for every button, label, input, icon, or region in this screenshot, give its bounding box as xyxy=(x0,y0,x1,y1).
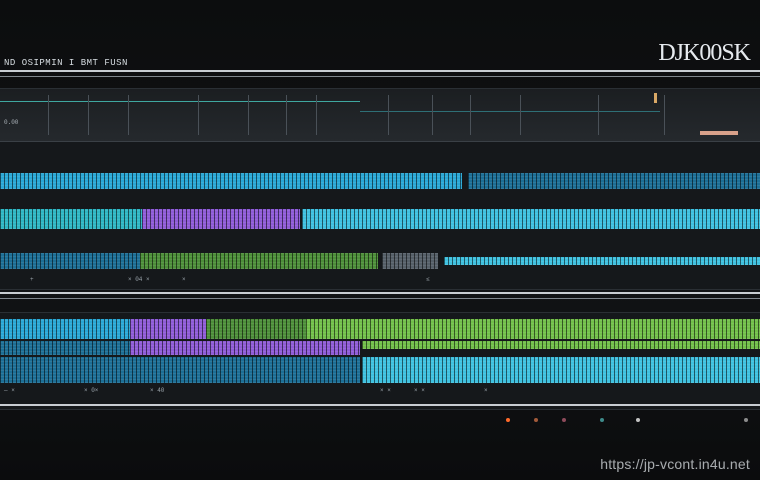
footer-control[interactable]: × 04 × xyxy=(128,276,150,283)
ruler-progress-line xyxy=(0,101,360,102)
bottom-track-2[interactable] xyxy=(0,341,760,355)
ruler-tick xyxy=(48,95,49,135)
clip[interactable] xyxy=(206,319,306,339)
ruler-tick xyxy=(88,95,89,135)
footer-control[interactable]: + xyxy=(30,276,34,283)
footer-control[interactable]: × xyxy=(182,276,186,283)
track-footer-bottom: — × × 0× × 40 × × × × × xyxy=(0,387,760,397)
bottom-track-3[interactable] xyxy=(0,357,760,383)
ruler-tick xyxy=(470,95,471,135)
clip[interactable] xyxy=(382,253,438,269)
footer-control[interactable]: × xyxy=(484,387,488,394)
ruler-tick xyxy=(286,95,287,135)
clip[interactable] xyxy=(468,173,760,189)
panel-divider xyxy=(0,292,760,294)
ruler-tick xyxy=(664,95,665,135)
watermark-text: https://jp-vcont.in4u.net xyxy=(600,456,750,472)
status-indicator-icon[interactable] xyxy=(744,418,748,422)
bottom-divider xyxy=(0,404,760,406)
clip[interactable] xyxy=(302,209,760,229)
playhead-marker[interactable] xyxy=(654,93,657,103)
clip[interactable] xyxy=(130,319,206,339)
track-footer-top: + × 04 × × ≤ xyxy=(0,276,760,286)
ruler-secondary-line xyxy=(360,111,660,112)
ruler-tick xyxy=(198,95,199,135)
clip[interactable] xyxy=(0,319,130,339)
ruler-tick xyxy=(432,95,433,135)
editor-window: ND OSIPMIN I BMT FUSN DJK00SK 0.00 + × 0… xyxy=(0,0,760,480)
footer-control[interactable]: — × xyxy=(4,387,15,394)
ruler-tick xyxy=(316,95,317,135)
clip[interactable] xyxy=(0,209,142,229)
clip[interactable] xyxy=(0,173,462,189)
status-indicator-icon[interactable] xyxy=(636,418,640,422)
status-indicator-icon[interactable] xyxy=(562,418,566,422)
ruler-tick xyxy=(520,95,521,135)
clip[interactable] xyxy=(0,357,360,383)
panel-divider-secondary xyxy=(0,298,760,299)
footer-control[interactable]: ≤ xyxy=(426,276,430,283)
record-indicator-icon[interactable] xyxy=(506,418,510,422)
clip[interactable] xyxy=(140,253,378,269)
header-divider-secondary xyxy=(0,76,760,77)
video-track-2[interactable] xyxy=(0,209,760,229)
time-ruler[interactable]: 0.00 xyxy=(0,89,760,142)
ruler-tick xyxy=(598,95,599,135)
clip[interactable] xyxy=(0,341,130,355)
ruler-tick xyxy=(388,95,389,135)
clip[interactable] xyxy=(444,257,760,265)
footer-control[interactable]: × × xyxy=(414,387,425,394)
clip[interactable] xyxy=(362,357,760,383)
header: ND OSIPMIN I BMT FUSN DJK00SK xyxy=(0,0,760,70)
ruler-tick xyxy=(248,95,249,135)
ruler-timecode: 0.00 xyxy=(4,119,19,126)
app-logo: DJK00SK xyxy=(658,40,751,66)
video-track-1[interactable] xyxy=(0,173,760,189)
clip[interactable] xyxy=(130,341,360,355)
project-title: ND OSIPMIN I BMT FUSN xyxy=(4,58,128,68)
footer-control[interactable]: × × xyxy=(380,387,391,394)
clip[interactable] xyxy=(362,341,760,349)
video-track-3[interactable] xyxy=(0,253,760,269)
timeline-panel-top: 0.00 + × 04 × × ≤ xyxy=(0,88,760,290)
clip[interactable] xyxy=(306,319,760,339)
footer-control[interactable]: × 0× xyxy=(84,387,98,394)
clip[interactable] xyxy=(142,209,300,229)
ruler-range-badge[interactable] xyxy=(700,131,738,135)
clip[interactable] xyxy=(0,253,140,269)
status-indicator-icon[interactable] xyxy=(534,418,538,422)
timeline-panel-bottom: — × × 0× × 40 × × × × × xyxy=(0,312,760,410)
ruler-tick xyxy=(128,95,129,135)
status-indicator-icon[interactable] xyxy=(600,418,604,422)
bottom-track-1[interactable] xyxy=(0,319,760,339)
header-divider xyxy=(0,70,760,72)
footer-control[interactable]: × 40 xyxy=(150,387,164,394)
